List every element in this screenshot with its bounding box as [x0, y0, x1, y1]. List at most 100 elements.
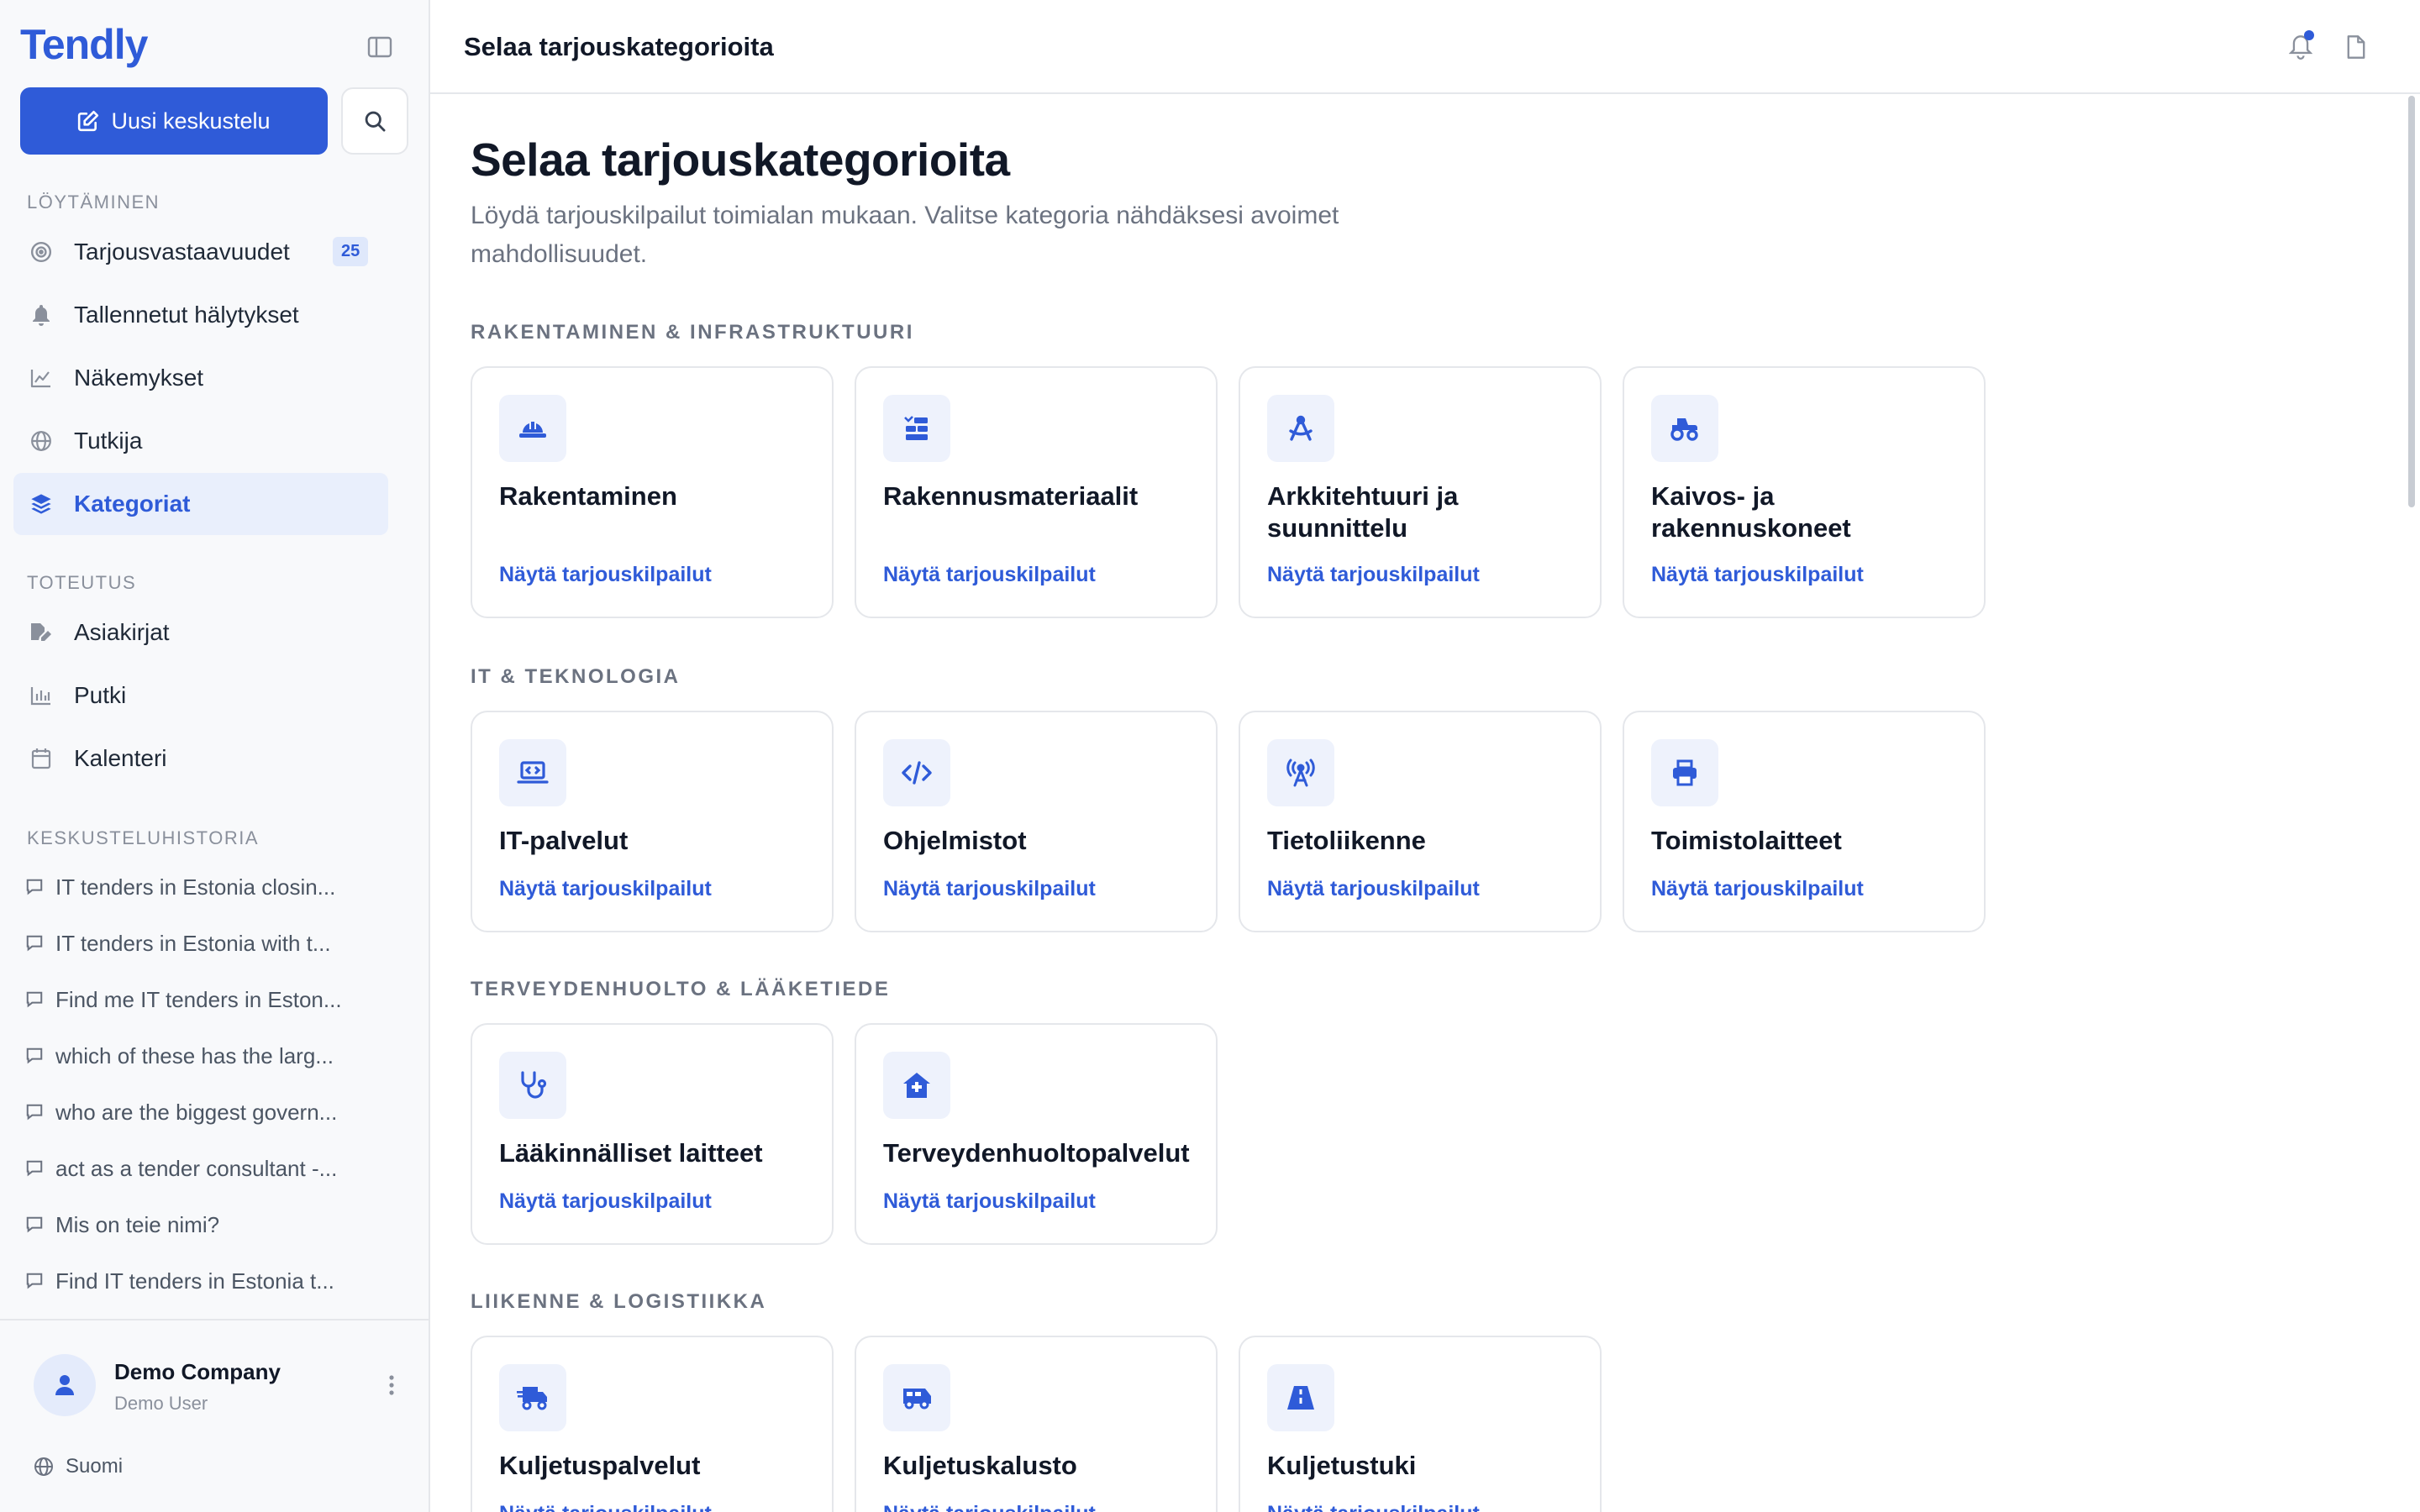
section-label-execution: TOTEUTUS — [27, 572, 137, 593]
user-icon — [55, 1375, 74, 1395]
page-title: Selaa tarjouskategorioita — [471, 134, 1010, 186]
category-card-medical-devices[interactable]: Lääkinnälliset laitteet Näytä tarjouskil… — [471, 1023, 834, 1245]
category-card-telecom[interactable]: Tietoliikenne Näytä tarjouskilpailut — [1239, 711, 1602, 932]
globe-icon — [34, 1457, 53, 1476]
calendar-icon — [29, 746, 54, 771]
sidebar-item-pipeline[interactable]: Putki — [13, 664, 388, 727]
language-label: Suomi — [66, 1455, 124, 1478]
file-icon — [2347, 35, 2365, 59]
sidebar-item-label: Tallennetut hälytykset — [74, 302, 299, 328]
view-tenders-link[interactable]: Näytä tarjouskilpailut — [1267, 1502, 1480, 1512]
page-description: Löydä tarjouskilpailut toimialan mukaan.… — [471, 202, 1339, 268]
brand-logo[interactable]: Tendly — [20, 20, 148, 69]
category-card-it-services[interactable]: IT-palvelut Näytä tarjouskilpailut — [471, 711, 834, 932]
sidebar-item-label: Kategoriat — [74, 491, 191, 517]
category-card-transport-fleet[interactable]: Kuljetuskalusto Näytä tarjouskilpailut — [855, 1336, 1218, 1512]
sidebar-item-insights[interactable]: Näkemykset — [13, 347, 388, 409]
chat-bubble-icon — [26, 935, 43, 952]
category-card-title: Kuljetuspalvelut — [499, 1451, 701, 1480]
document-edit-icon — [29, 620, 54, 645]
building-materials-icon — [883, 395, 950, 462]
more-vertical-icon — [389, 1375, 394, 1395]
category-card-title: Lääkinnälliset laitteet — [499, 1138, 763, 1168]
chat-history-item[interactable]: which of these has the larg... — [25, 1031, 378, 1081]
category-card-title: Kuljetuskalusto — [883, 1451, 1077, 1480]
view-tenders-link[interactable]: Näytä tarjouskilpailut — [1267, 877, 1480, 901]
road-icon — [1267, 1364, 1334, 1431]
chat-history-item[interactable]: Find IT tenders in Estonia t... — [25, 1256, 378, 1306]
chat-history-item[interactable]: IT tenders in Estonia with t... — [25, 918, 378, 969]
category-card-construction[interactable]: Rakentaminen Näytä tarjouskilpailut — [471, 366, 834, 618]
sidebar-item-explorer[interactable]: Tutkija — [13, 410, 388, 472]
chat-history-label: Find me IT tenders in Eston... — [55, 986, 342, 1012]
view-tenders-link[interactable]: Näytä tarjouskilpailut — [883, 1502, 1096, 1512]
layers-icon — [29, 491, 54, 517]
chat-history-label: act as a tender consultant -... — [55, 1155, 338, 1181]
scrollbar-thumb[interactable] — [2408, 96, 2415, 507]
category-card-title: Tietoliikenne — [1267, 826, 1426, 855]
chat-history-item[interactable]: who are the biggest govern... — [25, 1087, 378, 1137]
chat-history-item[interactable]: act as a tender consultant -... — [25, 1143, 378, 1194]
category-card-building-materials[interactable]: Rakennusmateriaalit Näytä tarjouskilpail… — [855, 366, 1218, 618]
category-card-transport-services[interactable]: Kuljetuspalvelut Näytä tarjouskilpailut — [471, 1336, 834, 1512]
view-tenders-link[interactable]: Näytä tarjouskilpailut — [883, 563, 1096, 587]
sidebar-item-categories[interactable]: Kategoriat — [13, 473, 388, 535]
account-menu-button[interactable] — [383, 1371, 400, 1399]
new-chat-label: Uusi keskustelu — [111, 108, 271, 134]
sidebar-item-saved-alerts[interactable]: Tallennetut hälytykset — [13, 284, 388, 346]
search-button[interactable] — [341, 87, 408, 155]
sidebar-item-documents[interactable]: Asiakirjat — [13, 601, 388, 664]
category-card-healthcare-services[interactable]: Terveydenhuoltopalvelut Näytä tarjouskil… — [855, 1023, 1218, 1245]
search-icon — [365, 111, 386, 132]
chat-history-item[interactable]: Find me IT tenders in Eston... — [25, 974, 378, 1025]
view-tenders-link[interactable]: Näytä tarjouskilpailut — [1651, 563, 1864, 587]
tractor-icon — [1651, 395, 1718, 462]
avatar[interactable] — [34, 1354, 96, 1416]
documents-button[interactable] — [2339, 30, 2373, 64]
van-icon — [883, 1364, 950, 1431]
view-tenders-link[interactable]: Näytä tarjouskilpailut — [1267, 563, 1480, 587]
line-chart-icon — [29, 365, 54, 391]
compass-drafting-icon — [1267, 395, 1334, 462]
view-tenders-link[interactable]: Näytä tarjouskilpailut — [499, 1502, 712, 1512]
chat-bubble-icon — [26, 991, 43, 1008]
category-card-architecture[interactable]: Arkkitehtuuri ja suunnittelu Näytä tarjo… — [1239, 366, 1602, 618]
view-tenders-link[interactable]: Näytä tarjouskilpailut — [1651, 877, 1864, 901]
globe-icon — [29, 428, 54, 454]
section-label-discovery: LÖYTÄMINEN — [27, 192, 160, 213]
chat-history-item[interactable]: Mis on teie nimi? — [25, 1200, 378, 1250]
chat-history-label: IT tenders in Estonia closin... — [55, 874, 336, 900]
printer-icon — [1651, 739, 1718, 806]
main-scrollbar[interactable] — [2405, 94, 2420, 1512]
view-tenders-link[interactable]: Näytä tarjouskilpailut — [883, 1189, 1096, 1214]
category-card-title: IT-palvelut — [499, 826, 629, 855]
view-tenders-link[interactable]: Näytä tarjouskilpailut — [499, 1189, 712, 1214]
main-content: Selaa tarjouskategorioita Löydä tarjousk… — [430, 94, 2420, 1512]
chat-bubble-icon — [26, 1104, 43, 1121]
sidebar-item-tender-matches[interactable]: Tarjousvastaavuudet 25 — [13, 221, 388, 283]
view-tenders-link[interactable]: Näytä tarjouskilpailut — [499, 563, 712, 587]
notifications-button[interactable] — [2284, 30, 2317, 64]
chat-history-label: IT tenders in Estonia with t... — [55, 930, 331, 956]
sidebar-item-label: Tarjousvastaavuudet — [74, 239, 290, 265]
new-chat-button[interactable]: Uusi keskustelu — [20, 87, 328, 155]
view-tenders-link[interactable]: Näytä tarjouskilpailut — [499, 877, 712, 901]
target-icon — [29, 239, 54, 265]
chat-history-item[interactable]: IT tenders in Estonia closin... — [25, 862, 378, 912]
sidebar-toggle-button[interactable] — [363, 30, 397, 64]
category-card-transport-support[interactable]: Kuljetustuki Näytä tarjouskilpailut — [1239, 1336, 1602, 1512]
chat-bubble-icon — [26, 1273, 43, 1289]
chat-history-label: Find IT tenders in Estonia t... — [55, 1268, 334, 1294]
category-card-mining-machinery[interactable]: Kaivos- ja rakennuskoneet Näytä tarjousk… — [1623, 366, 1986, 618]
sidebar-toggle-icon — [367, 36, 392, 58]
category-card-software[interactable]: Ohjelmistot Näytä tarjouskilpailut — [855, 711, 1218, 932]
language-selector[interactable]: Suomi — [34, 1455, 123, 1478]
category-heading: LIIKENNE & LOGISTIIKKA — [471, 1290, 767, 1313]
stethoscope-icon — [499, 1052, 566, 1119]
view-tenders-link[interactable]: Näytä tarjouskilpailut — [883, 877, 1096, 901]
chat-history-label: who are the biggest govern... — [55, 1099, 338, 1125]
category-card-office-equipment[interactable]: Toimistolaitteet Näytä tarjouskilpailut — [1623, 711, 1986, 932]
bar-chart-icon — [29, 683, 54, 708]
chat-bubble-icon — [26, 879, 43, 895]
sidebar-item-calendar[interactable]: Kalenteri — [13, 727, 388, 790]
